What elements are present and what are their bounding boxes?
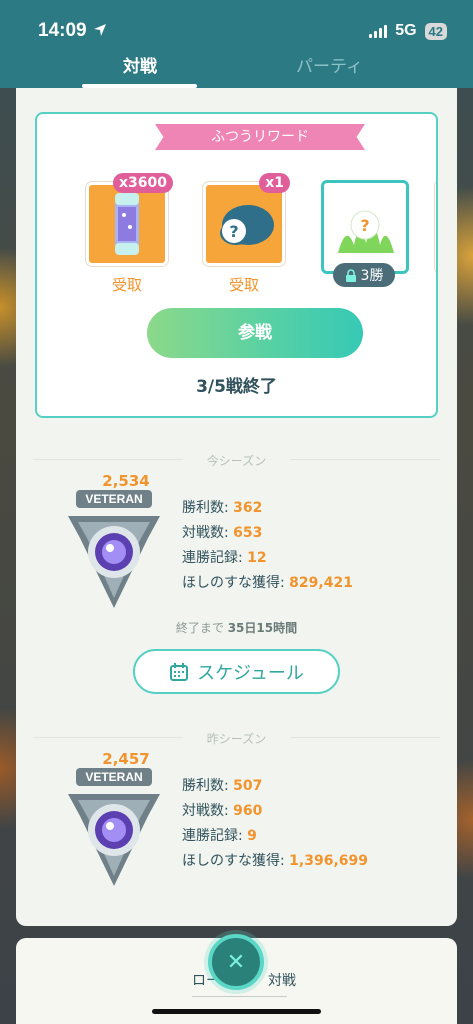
svg-text:?: ?: [360, 216, 369, 235]
season-rating: 2,534: [102, 472, 150, 490]
battery-icon: 42: [424, 22, 447, 40]
stat-battles: 対戦数: 960: [182, 803, 263, 819]
mystery-encounter-icon: ?: [220, 205, 274, 245]
home-indicator: [152, 1009, 321, 1014]
bottom-divider: [192, 996, 287, 997]
schedule-button[interactable]: スケジュール: [133, 649, 340, 694]
network-label: 5G: [395, 22, 417, 39]
reward-card-locked[interactable]: ?: [321, 180, 409, 274]
rank-badge: VETERAN: [76, 768, 152, 786]
season-rating: 2,457: [102, 750, 150, 768]
stat-battles: 対戦数: 653: [182, 525, 263, 541]
stat-wins: 勝利数: 362: [182, 500, 263, 516]
battle-panel[interactable]: ふつうリワード x3600 受取 ? x1 受取 ? 3勝 参戦 3/5戦終了 …: [16, 88, 457, 926]
stat-win-streak: 連勝記録: 12: [182, 550, 267, 566]
reward-card-encounter[interactable]: ? x1: [203, 173, 290, 266]
reward-count-badge: x3600: [113, 173, 173, 193]
reward-box: ふつうリワード x3600 受取 ? x1 受取 ? 3勝 参戦 3/5戦終了: [35, 112, 438, 418]
status-time: 14:09: [38, 20, 108, 42]
stat-win-streak: 連勝記録: 9: [182, 828, 257, 844]
location-arrow-icon: [93, 24, 106, 36]
season-time-left: 終了まで 35日15時間: [175, 621, 298, 635]
close-icon: ✕: [226, 949, 246, 975]
schedule-label: スケジュール: [197, 662, 304, 684]
close-button[interactable]: ✕: [208, 934, 264, 990]
current-season-heading: 今シーズン: [206, 454, 267, 468]
reward-ribbon: ふつうリワード: [155, 124, 365, 150]
previous-season-stats: 勝利数: 507 対戦数: 960 連勝記録: 9 ほしのすな獲得: 1,396…: [182, 774, 368, 874]
rank-badge: VETERAN: [76, 490, 152, 508]
svg-text:?: ?: [229, 222, 238, 241]
season-divider: 昨シーズン: [33, 730, 440, 746]
lock-badge: 3勝: [333, 263, 395, 287]
stat-wins: 勝利数: 507: [182, 778, 263, 794]
reward-card-stardust[interactable]: x3600: [86, 173, 173, 266]
battle-progress-text: 3/5戦終了: [196, 377, 277, 397]
veteran-medal-icon: [68, 516, 160, 608]
signal-icon: [369, 24, 388, 38]
status-indicators: 5G 42: [369, 22, 447, 40]
calendar-icon: [170, 662, 189, 681]
season-divider: 今シーズン: [33, 452, 440, 468]
lock-label: 3勝: [360, 268, 384, 284]
stardust-canister-icon: [115, 193, 139, 255]
mystery-grass-icon: ?: [338, 210, 394, 253]
stat-stardust: ほしのすな獲得: 829,421: [182, 575, 353, 591]
reward-count-badge: x1: [259, 173, 290, 193]
lock-icon: [345, 268, 356, 282]
tab-battle[interactable]: 対戦: [123, 52, 157, 77]
tab-party[interactable]: パーティ: [296, 52, 363, 77]
reward-card-next[interactable]: [435, 180, 436, 274]
battle-button[interactable]: 参戦: [147, 308, 363, 358]
stat-stardust: ほしのすな獲得: 1,396,699: [182, 853, 368, 869]
header-bar: 14:09 5G 42 対戦 パーティ: [0, 0, 473, 88]
reward-claimed-label: 受取: [228, 276, 259, 294]
veteran-medal-icon: [68, 794, 160, 886]
bottom-label-right: 対戦: [268, 973, 296, 989]
previous-season-heading: 昨シーズン: [206, 732, 267, 746]
current-season-stats: 勝利数: 362 対戦数: 653 連勝記録: 12 ほしのすな獲得: 829,…: [182, 496, 353, 596]
reward-claimed-label: 受取: [111, 276, 142, 294]
